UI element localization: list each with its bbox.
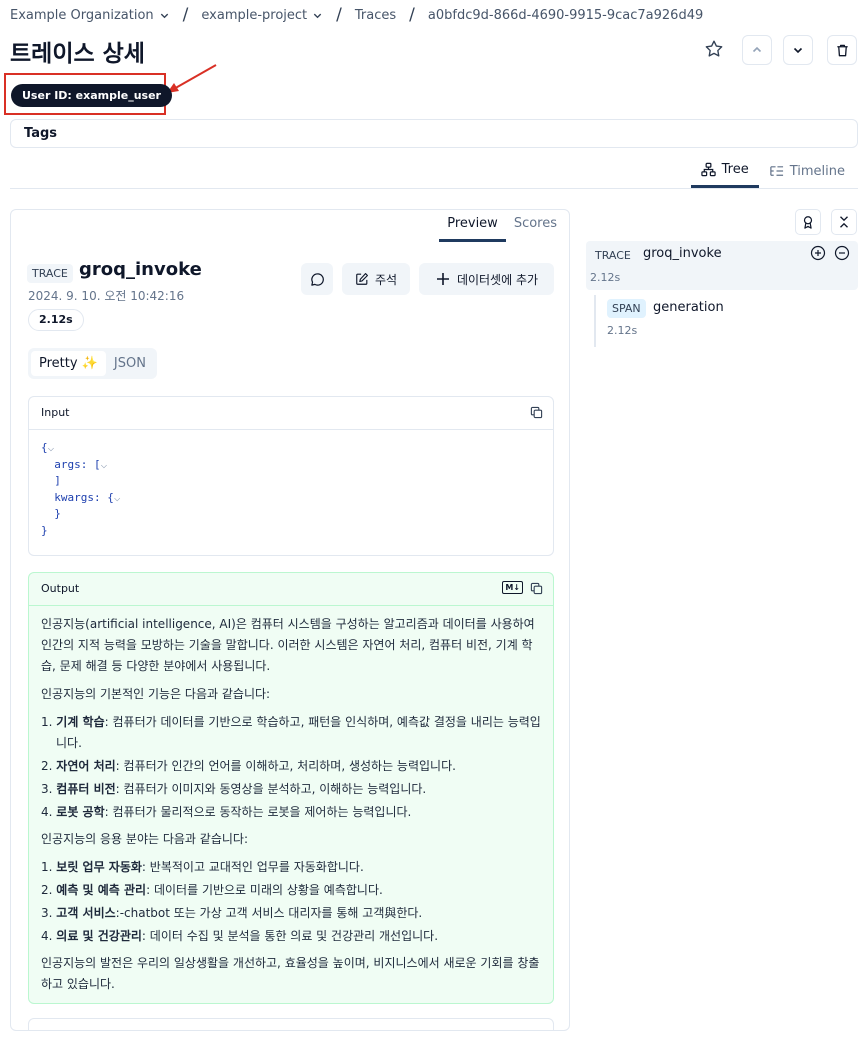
copy-icon[interactable] xyxy=(530,406,543,419)
breadcrumb-separator: / xyxy=(336,5,342,25)
json-line: } xyxy=(41,523,48,537)
tab-scores[interactable]: Scores xyxy=(506,210,565,242)
annotate-button[interactable]: 주석 xyxy=(342,263,410,295)
toggle-json[interactable]: JSON xyxy=(106,351,154,376)
json-line: ] xyxy=(54,474,61,487)
panel-tabs: Preview Scores xyxy=(439,210,565,242)
next-trace-button[interactable] xyxy=(783,35,813,65)
tree-node-span[interactable]: SPAN generation 2.12s xyxy=(594,295,858,347)
list-item: 1. 보릿 업무 자동화: 반복적이고 교대적인 업무를 자동화합니다. xyxy=(41,860,364,874)
node-name: generation xyxy=(653,300,724,315)
breadcrumb-section[interactable]: Traces xyxy=(355,8,396,23)
breadcrumb: Example Organization / example-project /… xyxy=(10,5,703,25)
plus-icon xyxy=(435,271,451,287)
output-box: Output M↓ 인공지능(artificial intelligence, … xyxy=(28,572,554,1004)
chevron-down-icon[interactable] xyxy=(312,10,323,21)
tags-field[interactable]: Tags xyxy=(10,119,858,148)
tree-node-trace[interactable]: TRACE groq_invoke 2.12s xyxy=(586,241,858,290)
tab-timeline[interactable]: Timeline xyxy=(759,154,855,188)
tab-timeline-label: Timeline xyxy=(789,163,845,179)
node-duration: 2.12s xyxy=(590,271,621,284)
collapse-minus-icon[interactable] xyxy=(834,245,850,261)
page-title: 트레이스 상세 xyxy=(10,41,145,67)
output-conclusion: 인공지능의 발전은 우리의 일상생활을 개선하고, 효율성을 높이며, 비지니스… xyxy=(41,956,540,991)
collapse-all-icon[interactable] xyxy=(831,209,857,235)
tab-tree-label: Tree xyxy=(721,162,749,177)
previous-trace-button[interactable] xyxy=(742,35,772,65)
json-line: } xyxy=(54,507,61,520)
expand-plus-icon[interactable] xyxy=(810,245,826,261)
list-item: 1. 기계 학습: 컴퓨터가 데이터를 기반으로 학습하고, 패턴을 인식하며,… xyxy=(41,715,541,750)
duration-badge: 2.12s xyxy=(28,309,84,331)
add-to-dataset-button[interactable]: 데이터셋에 추가 xyxy=(419,263,554,295)
chevron-down-icon xyxy=(791,43,805,57)
add-to-dataset-label: 데이터셋에 추가 xyxy=(456,272,539,287)
view-tabs: Tree Timeline xyxy=(690,154,855,188)
breadcrumb-trace-id: a0bfdc9d-866d-4690-9915-9cac7a926d49 xyxy=(427,7,704,23)
copy-icon[interactable] xyxy=(530,582,543,595)
breadcrumb-project[interactable]: example-project xyxy=(201,8,307,23)
list-item: 2. 예측 및 예측 관리: 데이터를 기반으로 미래의 상황을 예측합니다. xyxy=(41,883,383,897)
input-json-viewer: {⌵ args: [⌵ ] kwargs: {⌵ }} xyxy=(29,430,553,549)
node-type-pill: SPAN xyxy=(607,299,646,318)
list-item: 4. 의료 및 건강관리: 데이터 수집 및 분석을 통한 의료 및 건강관리 … xyxy=(41,929,439,943)
node-duration: 2.12s xyxy=(607,324,638,337)
output-functions-list: 1. 기계 학습: 컴퓨터가 데이터를 기반으로 학습하고, 패턴을 인식하며,… xyxy=(41,712,541,823)
markdown-icon[interactable]: M↓ xyxy=(502,581,523,594)
tree-icon xyxy=(700,162,716,177)
collapse-caret-icon[interactable]: ⌵ xyxy=(48,441,55,454)
tabs-divider xyxy=(10,188,858,189)
output-applications-heading: 인공지능의 응용 분야는 다음과 같습니다: xyxy=(41,832,248,846)
tab-tree[interactable]: Tree xyxy=(690,154,759,188)
output-markdown: 인공지능(artificial intelligence, AI)은 컴퓨터 시… xyxy=(29,606,553,1010)
output-intro: 인공지능(artificial intelligence, AI)은 컴퓨터 시… xyxy=(41,617,535,673)
input-box: Input {⌵ args: [⌵ ] kwargs: {⌵ }} xyxy=(28,396,554,556)
chevron-down-icon[interactable] xyxy=(159,10,170,21)
node-type-pill: TRACE xyxy=(590,246,636,265)
collapse-caret-icon[interactable]: ⌵ xyxy=(114,491,121,504)
output-header: Output M↓ xyxy=(29,573,553,606)
edit-icon xyxy=(355,272,369,286)
collapse-caret-icon[interactable]: ⌵ xyxy=(101,458,108,471)
json-line: {⌵ xyxy=(41,441,55,454)
breadcrumb-separator: / xyxy=(182,5,189,25)
annotate-label: 주석 xyxy=(374,272,398,287)
tab-preview[interactable]: Preview xyxy=(439,210,506,242)
output-functions-heading: 인공지능의 기본적인 기능은 다음과 같습니다: xyxy=(41,687,271,701)
trace-timestamp: 2024. 9. 10. 오전 10:42:16 xyxy=(28,289,185,303)
award-icon[interactable] xyxy=(795,209,821,235)
input-header: Input xyxy=(29,397,553,430)
input-label: Input xyxy=(41,406,70,419)
node-name: groq_invoke xyxy=(643,246,722,261)
comment-button[interactable] xyxy=(301,263,333,295)
breadcrumb-separator: / xyxy=(409,5,415,25)
comment-icon xyxy=(310,272,325,287)
format-toggle: Pretty ✨ JSON xyxy=(28,348,157,379)
metadata-box xyxy=(28,1018,554,1030)
trace-preview-panel: Preview Scores TRACE groq_invoke 2024. 9… xyxy=(10,209,570,1031)
json-line: kwargs: {⌵ xyxy=(54,490,121,504)
toggle-pretty[interactable]: Pretty ✨ xyxy=(31,351,106,376)
trace-type-pill: TRACE xyxy=(27,264,73,283)
user-id-badge: User ID: example_user xyxy=(11,84,172,107)
delete-trace-button[interactable] xyxy=(827,35,857,65)
list-item: 3. 컴퓨터 비전: 컴퓨터가 이미지와 동영상을 분석하고, 이해하는 능력입… xyxy=(41,782,427,796)
json-line: args: [⌵ xyxy=(54,457,108,471)
timeline-icon xyxy=(769,164,784,179)
output-applications-list: 1. 보릿 업무 자동화: 반복적이고 교대적인 업무를 자동화합니다. 2. … xyxy=(41,857,541,947)
list-item: 3. 고객 서비스:-chatbot 또는 가상 고객 서비스 대리자를 통해 … xyxy=(41,906,423,920)
trace-name: groq_invoke xyxy=(79,259,202,280)
trash-icon xyxy=(835,43,850,58)
output-label: Output xyxy=(41,582,80,595)
chevron-up-icon xyxy=(750,43,764,57)
star-icon[interactable] xyxy=(703,38,725,60)
list-item: 4. 로봇 공학: 컴퓨터가 물리적으로 동작하는 로봇을 제어하는 능력입니다… xyxy=(41,805,412,819)
breadcrumb-org[interactable]: Example Organization xyxy=(10,8,154,23)
list-item: 2. 자연어 처리: 컴퓨터가 인간의 언어를 이해하고, 처리하며, 생성하는… xyxy=(41,759,456,773)
